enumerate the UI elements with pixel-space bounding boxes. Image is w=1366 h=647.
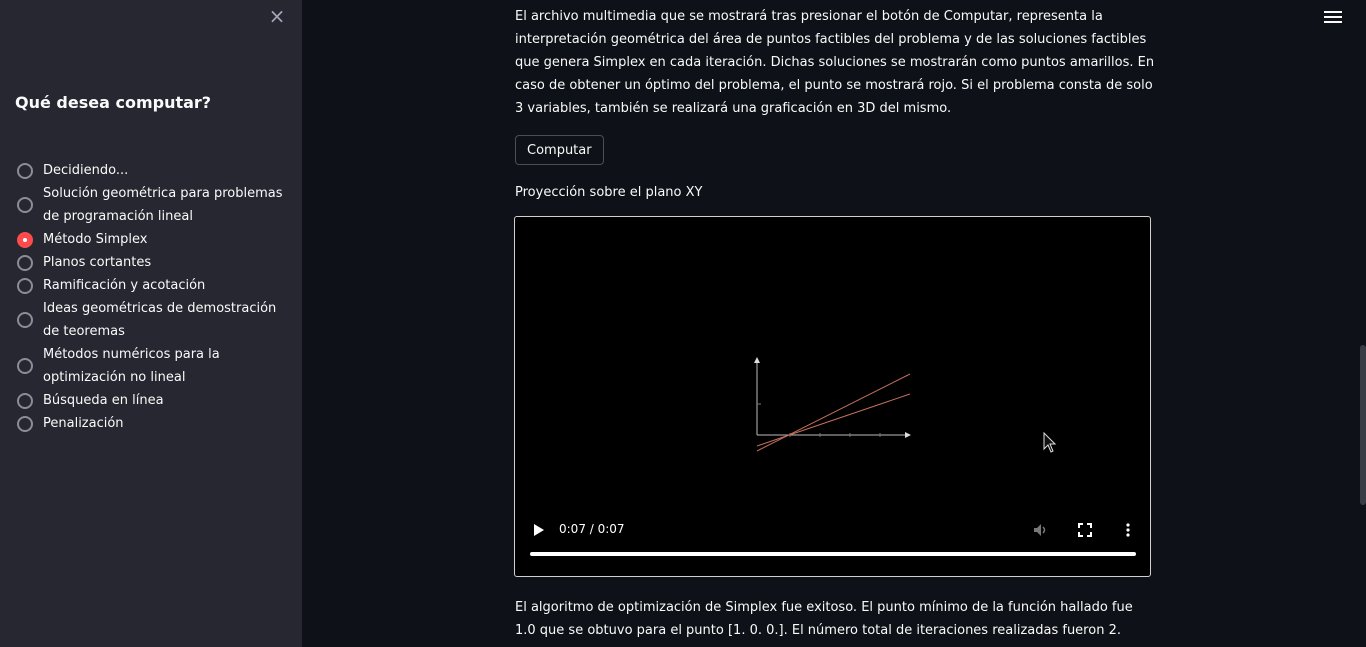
menu-bar (1324, 16, 1342, 18)
video-frame-plot (754, 357, 911, 452)
radio-option-ideas-geometricas[interactable]: Ideas geométricas de demostración de teo… (15, 297, 295, 343)
projection-label: Proyección sobre el plano XY (515, 185, 703, 200)
result-text: El algoritmo de optimización de Simplex … (515, 600, 1133, 638)
video-time: 0:07 / 0:07 (559, 522, 625, 536)
radio-option-label: Decidiendo... (43, 163, 129, 178)
radio-option-penalizacion[interactable]: Penalización (15, 412, 295, 435)
play-icon[interactable] (532, 523, 546, 537)
radio-circle-icon[interactable] (17, 162, 33, 179)
radio-option-label: Planos cortantes (43, 255, 152, 270)
radio-option-label: Solución geométrica para problemas de pr… (43, 186, 283, 224)
close-sidebar-icon[interactable]: × (266, 5, 288, 27)
result-block: El algoritmo de optimización de Simplex … (515, 596, 1155, 642)
constraint-line-2 (756, 393, 911, 447)
radio-option-ramificacion[interactable]: Ramificación y acotación (15, 274, 295, 297)
radio-option-metodo-simplex[interactable]: Método Simplex (15, 228, 295, 251)
radio-circle-icon[interactable] (17, 358, 33, 374)
radio-circle-selected-icon[interactable] (17, 231, 33, 248)
radio-option-label: Métodos numéricos para la optimización n… (43, 347, 220, 385)
radio-option-decidiendo[interactable]: Decidiendo... (15, 159, 295, 182)
page-scrollbar[interactable] (1360, 345, 1366, 505)
radio-option-metodos-numericos[interactable]: Métodos numéricos para la optimización n… (15, 343, 295, 389)
hamburger-menu-icon[interactable] (1324, 9, 1342, 25)
radio-option-solucion-geometrica[interactable]: Solución geométrica para problemas de pr… (15, 182, 295, 228)
volume-icon[interactable] (1033, 523, 1049, 537)
x-axis-arrow-icon (905, 432, 911, 438)
menu-bar (1324, 21, 1342, 23)
radio-circle-icon[interactable] (17, 254, 33, 271)
radio-option-label: Ideas geométricas de demostración de teo… (43, 301, 277, 339)
more-options-icon[interactable] (1122, 522, 1134, 538)
radio-option-label: Método Simplex (43, 232, 148, 247)
mouse-cursor-icon (1043, 432, 1057, 453)
radio-option-planos-cortantes[interactable]: Planos cortantes (15, 251, 295, 274)
y-axis-arrow-icon (754, 357, 760, 363)
radio-circle-icon[interactable] (17, 197, 33, 213)
constraint-line-1 (756, 373, 911, 452)
fullscreen-icon[interactable] (1078, 523, 1092, 537)
sidebar-question: Qué desea computar? (15, 93, 212, 112)
radio-circle-icon[interactable] (17, 415, 33, 432)
description-text: El archivo multimedia que se mostrará tr… (515, 9, 1155, 116)
radio-option-label: Búsqueda en línea (43, 393, 164, 408)
video-player[interactable]: 0:07 / 0:07 (514, 216, 1151, 577)
compute-button[interactable]: Computar (515, 135, 604, 165)
video-progress-bar[interactable] (530, 552, 1136, 556)
radio-option-label: Penalización (43, 416, 124, 431)
menu-bar (1324, 11, 1342, 13)
radio-circle-icon[interactable] (17, 312, 33, 328)
sidebar: × Qué desea computar? Decidiendo... Solu… (0, 0, 302, 647)
computation-radio-group: Decidiendo... Solución geométrica para p… (15, 159, 295, 435)
radio-circle-icon[interactable] (17, 392, 33, 409)
video-controls: 0:07 / 0:07 (515, 515, 1150, 565)
radio-circle-icon[interactable] (17, 277, 33, 294)
radio-option-label: Ramificación y acotación (43, 278, 206, 293)
radio-option-busqueda-linea[interactable]: Búsqueda en línea (15, 389, 295, 412)
description-block: El archivo multimedia que se mostrará tr… (515, 5, 1155, 120)
